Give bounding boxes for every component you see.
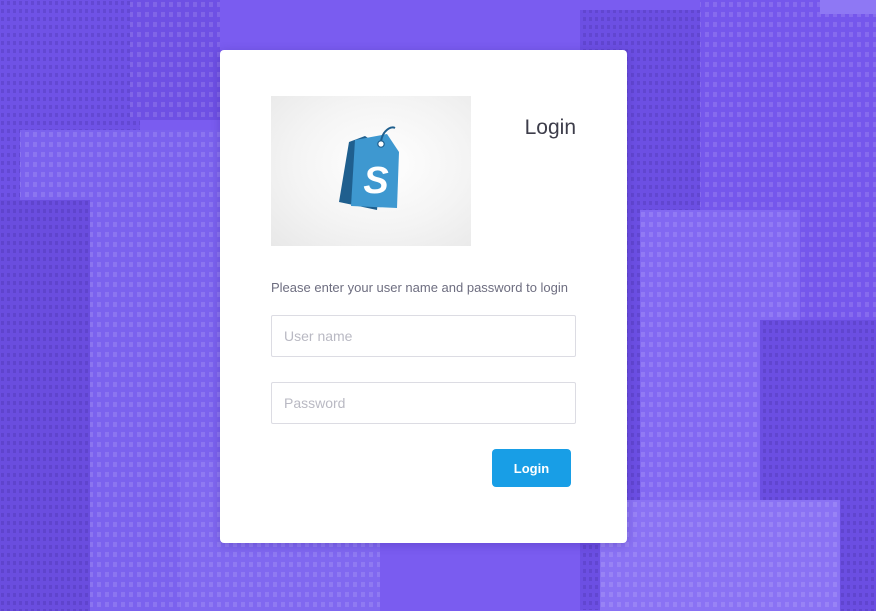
- shopping-tag-icon: S: [339, 126, 399, 210]
- login-card: S Login Please enter your user name and …: [220, 50, 627, 543]
- login-instructions: Please enter your user name and password…: [271, 280, 569, 295]
- username-input[interactable]: [271, 315, 576, 357]
- password-input[interactable]: [271, 382, 576, 424]
- login-button[interactable]: Login: [492, 449, 571, 487]
- logo-letter: S: [363, 160, 388, 202]
- logo-image: S: [271, 96, 471, 246]
- page-title: Login: [524, 116, 576, 139]
